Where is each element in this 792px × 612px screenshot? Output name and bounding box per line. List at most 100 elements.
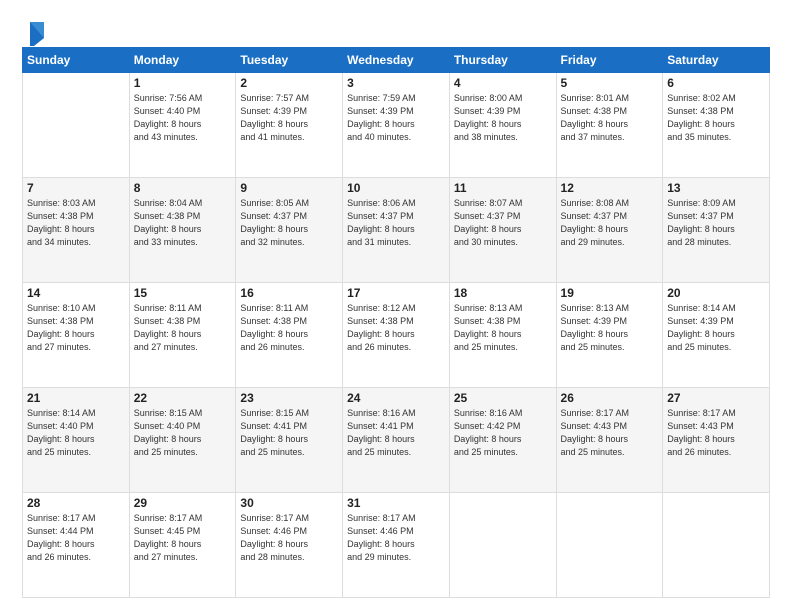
day-number: 8 [134, 181, 232, 195]
day-info: Sunrise: 8:04 AM Sunset: 4:38 PM Dayligh… [134, 197, 232, 249]
day-number: 11 [454, 181, 552, 195]
day-number: 20 [667, 286, 765, 300]
day-number: 17 [347, 286, 445, 300]
day-number: 23 [240, 391, 338, 405]
calendar-cell: 25 Sunrise: 8:16 AM Sunset: 4:42 PM Dayli… [449, 388, 556, 493]
day-number: 22 [134, 391, 232, 405]
day-number: 5 [561, 76, 659, 90]
calendar-cell: 4 Sunrise: 8:00 AM Sunset: 4:39 PM Daylig… [449, 73, 556, 178]
day-info: Sunrise: 8:08 AM Sunset: 4:37 PM Dayligh… [561, 197, 659, 249]
calendar-row-1: 7Sunrise: 8:03 AM Sunset: 4:38 PM Daylig… [23, 178, 770, 283]
day-number: 16 [240, 286, 338, 300]
weekday-header-saturday: Saturday [663, 48, 770, 73]
day-info: Sunrise: 8:11 AM Sunset: 4:38 PM Dayligh… [240, 302, 338, 354]
calendar-cell: 30 Sunrise: 8:17 AM Sunset: 4:46 PM Dayli… [236, 493, 343, 598]
calendar-cell [23, 73, 130, 178]
day-number: 30 [240, 496, 338, 510]
calendar-cell: 31 Sunrise: 8:17 AM Sunset: 4:46 PM Dayli… [343, 493, 450, 598]
day-info: Sunrise: 8:07 AM Sunset: 4:37 PM Dayligh… [454, 197, 552, 249]
day-number: 13 [667, 181, 765, 195]
calendar-cell: 20Sunrise: 8:14 AM Sunset: 4:39 PM Dayli… [663, 283, 770, 388]
calendar-cell: 13 Sunrise: 8:09 AM Sunset: 4:37 PM Dayli… [663, 178, 770, 283]
weekday-header-friday: Friday [556, 48, 663, 73]
calendar-cell: 3 Sunrise: 7:59 AM Sunset: 4:39 PM Daylig… [343, 73, 450, 178]
calendar-cell: 22 Sunrise: 8:15 AM Sunset: 4:40 PM Dayli… [129, 388, 236, 493]
calendar-cell: 23Sunrise: 8:15 AM Sunset: 4:41 PM Dayli… [236, 388, 343, 493]
day-info: Sunrise: 8:17 AM Sunset: 4:45 PM Dayligh… [134, 512, 232, 564]
weekday-header-wednesday: Wednesday [343, 48, 450, 73]
day-number: 14 [27, 286, 125, 300]
day-number: 24 [347, 391, 445, 405]
day-info: Sunrise: 8:09 AM Sunset: 4:37 PM Dayligh… [667, 197, 765, 249]
day-number: 7 [27, 181, 125, 195]
weekday-header-monday: Monday [129, 48, 236, 73]
weekday-header-tuesday: Tuesday [236, 48, 343, 73]
day-info: Sunrise: 8:16 AM Sunset: 4:41 PM Dayligh… [347, 407, 445, 459]
calendar-cell: 14Sunrise: 8:10 AM Sunset: 4:38 PM Dayli… [23, 283, 130, 388]
calendar-cell: 18 Sunrise: 8:13 AM Sunset: 4:38 PM Dayli… [449, 283, 556, 388]
day-number: 10 [347, 181, 445, 195]
calendar-cell [449, 493, 556, 598]
day-info: Sunrise: 8:14 AM Sunset: 4:40 PM Dayligh… [27, 407, 125, 459]
day-number: 28 [27, 496, 125, 510]
day-info: Sunrise: 8:00 AM Sunset: 4:39 PM Dayligh… [454, 92, 552, 144]
day-number: 19 [561, 286, 659, 300]
weekday-header-thursday: Thursday [449, 48, 556, 73]
day-number: 6 [667, 76, 765, 90]
calendar-row-3: 21 Sunrise: 8:14 AM Sunset: 4:40 PM Dayli… [23, 388, 770, 493]
day-info: Sunrise: 8:17 AM Sunset: 4:43 PM Dayligh… [667, 407, 765, 459]
day-number: 18 [454, 286, 552, 300]
calendar-table: SundayMondayTuesdayWednesdayThursdayFrid… [22, 47, 770, 598]
calendar-cell [663, 493, 770, 598]
day-number: 25 [454, 391, 552, 405]
calendar-cell: 10 Sunrise: 8:06 AM Sunset: 4:37 PM Dayli… [343, 178, 450, 283]
calendar-cell: 16 Sunrise: 8:11 AM Sunset: 4:38 PM Dayli… [236, 283, 343, 388]
calendar-cell: 26 Sunrise: 8:17 AM Sunset: 4:43 PM Dayli… [556, 388, 663, 493]
day-info: Sunrise: 8:12 AM Sunset: 4:38 PM Dayligh… [347, 302, 445, 354]
day-info: Sunrise: 8:01 AM Sunset: 4:38 PM Dayligh… [561, 92, 659, 144]
calendar-row-0: 1Sunrise: 7:56 AM Sunset: 4:40 PM Daylig… [23, 73, 770, 178]
day-number: 12 [561, 181, 659, 195]
calendar-cell: 6 Sunrise: 8:02 AM Sunset: 4:38 PM Daylig… [663, 73, 770, 178]
calendar-cell: 28 Sunrise: 8:17 AM Sunset: 4:44 PM Dayli… [23, 493, 130, 598]
day-info: Sunrise: 8:11 AM Sunset: 4:38 PM Dayligh… [134, 302, 232, 354]
calendar-cell: 11 Sunrise: 8:07 AM Sunset: 4:37 PM Dayli… [449, 178, 556, 283]
day-info: Sunrise: 8:17 AM Sunset: 4:43 PM Dayligh… [561, 407, 659, 459]
day-info: Sunrise: 8:17 AM Sunset: 4:46 PM Dayligh… [240, 512, 338, 564]
day-info: Sunrise: 8:13 AM Sunset: 4:38 PM Dayligh… [454, 302, 552, 354]
calendar-cell: 27Sunrise: 8:17 AM Sunset: 4:43 PM Dayli… [663, 388, 770, 493]
day-info: Sunrise: 8:06 AM Sunset: 4:37 PM Dayligh… [347, 197, 445, 249]
day-number: 21 [27, 391, 125, 405]
page: SundayMondayTuesdayWednesdayThursdayFrid… [0, 0, 792, 612]
day-number: 2 [240, 76, 338, 90]
day-number: 31 [347, 496, 445, 510]
calendar-row-2: 14Sunrise: 8:10 AM Sunset: 4:38 PM Dayli… [23, 283, 770, 388]
calendar-cell: 21 Sunrise: 8:14 AM Sunset: 4:40 PM Dayli… [23, 388, 130, 493]
day-number: 3 [347, 76, 445, 90]
day-info: Sunrise: 8:05 AM Sunset: 4:37 PM Dayligh… [240, 197, 338, 249]
day-info: Sunrise: 8:02 AM Sunset: 4:38 PM Dayligh… [667, 92, 765, 144]
calendar-cell: 7Sunrise: 8:03 AM Sunset: 4:38 PM Daylig… [23, 178, 130, 283]
day-info: Sunrise: 7:57 AM Sunset: 4:39 PM Dayligh… [240, 92, 338, 144]
day-info: Sunrise: 8:16 AM Sunset: 4:42 PM Dayligh… [454, 407, 552, 459]
calendar-cell: 1Sunrise: 7:56 AM Sunset: 4:40 PM Daylig… [129, 73, 236, 178]
day-info: Sunrise: 8:17 AM Sunset: 4:46 PM Dayligh… [347, 512, 445, 564]
day-info: Sunrise: 8:17 AM Sunset: 4:44 PM Dayligh… [27, 512, 125, 564]
day-number: 26 [561, 391, 659, 405]
calendar-cell: 9 Sunrise: 8:05 AM Sunset: 4:37 PM Daylig… [236, 178, 343, 283]
header [22, 18, 770, 37]
day-info: Sunrise: 7:59 AM Sunset: 4:39 PM Dayligh… [347, 92, 445, 144]
day-number: 15 [134, 286, 232, 300]
calendar-cell: 12 Sunrise: 8:08 AM Sunset: 4:37 PM Dayli… [556, 178, 663, 283]
day-info: Sunrise: 8:15 AM Sunset: 4:40 PM Dayligh… [134, 407, 232, 459]
calendar-cell: 19Sunrise: 8:13 AM Sunset: 4:39 PM Dayli… [556, 283, 663, 388]
weekday-header-sunday: Sunday [23, 48, 130, 73]
day-number: 9 [240, 181, 338, 195]
calendar-cell: 15 Sunrise: 8:11 AM Sunset: 4:38 PM Dayli… [129, 283, 236, 388]
calendar-cell: 29Sunrise: 8:17 AM Sunset: 4:45 PM Dayli… [129, 493, 236, 598]
calendar-row-4: 28 Sunrise: 8:17 AM Sunset: 4:44 PM Dayli… [23, 493, 770, 598]
logo-icon [24, 18, 46, 46]
day-number: 4 [454, 76, 552, 90]
calendar-cell: 17 Sunrise: 8:12 AM Sunset: 4:38 PM Dayli… [343, 283, 450, 388]
calendar-cell: 5 Sunrise: 8:01 AM Sunset: 4:38 PM Daylig… [556, 73, 663, 178]
